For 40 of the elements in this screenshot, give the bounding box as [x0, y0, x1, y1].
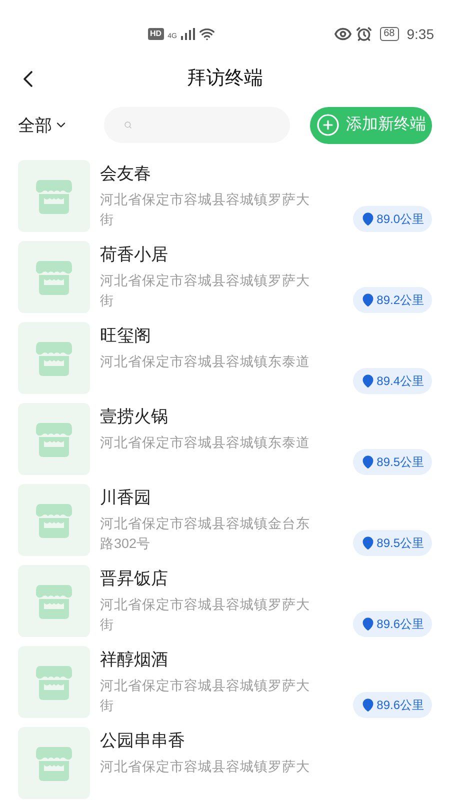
store-address: 河北省保定市容城县容城镇罗萨大: [100, 758, 310, 776]
pin-icon: [360, 698, 375, 712]
status-time: 9:35: [406, 24, 434, 44]
page-title: 拜访终端: [187, 66, 263, 91]
pin-icon: [360, 293, 375, 307]
distance-tag: 89.4公里: [352, 368, 432, 394]
store-name: 旺玺阁: [100, 325, 152, 347]
search-field[interactable]: [104, 107, 290, 144]
distance-tag: 89.2公里: [352, 287, 432, 313]
pin-icon: [360, 455, 375, 469]
store-address: 河北省保定市容城县容城镇罗萨大街: [100, 677, 310, 715]
store-name: 祥醇烟酒: [100, 649, 169, 671]
distance-tag: 89.6公里: [352, 692, 432, 718]
store-name: 公园串串香: [100, 730, 186, 752]
store-name: 会友春: [100, 163, 152, 185]
hd-indicator: HD: [148, 28, 164, 40]
store-address: 河北省保定市容城县容城镇罗萨大街: [100, 272, 310, 310]
pin-icon: [360, 617, 375, 631]
wifi-icon: [198, 26, 215, 42]
store-address: 河北省保定市容城县容城镇东泰道: [100, 434, 310, 452]
store-name: 川香园: [100, 487, 152, 509]
store-address: 河北省保定市容城县容城镇罗萨大街: [100, 191, 310, 229]
store-address: 河北省保定市容城县容城镇金台东路302号: [100, 515, 310, 553]
store-address: 河北省保定市容城县容城镇罗萨大街: [100, 596, 310, 634]
distance-tag: 89.6公里: [352, 611, 432, 637]
pin-icon: [360, 374, 375, 388]
distance-tag: 89.5公里: [352, 449, 432, 475]
plus-icon: [316, 113, 340, 138]
filter-dropdown[interactable]: 全部: [18, 112, 68, 138]
store-address: 河北省保定市容城县容城镇东泰道: [100, 353, 310, 371]
distance-tag: 89.5公里: [352, 530, 432, 556]
pin-icon: [360, 212, 375, 226]
store-name: 壹捞火锅: [100, 406, 169, 428]
signal-icon: [180, 28, 195, 40]
alarm-icon: [356, 26, 372, 42]
store-name: 荷香小居: [100, 244, 169, 266]
pin-icon: [360, 536, 375, 550]
distance-tag: 89.0公里: [352, 206, 432, 232]
store-name: 晋昇饭店: [100, 568, 169, 590]
battery-indicator: 68: [380, 27, 399, 42]
